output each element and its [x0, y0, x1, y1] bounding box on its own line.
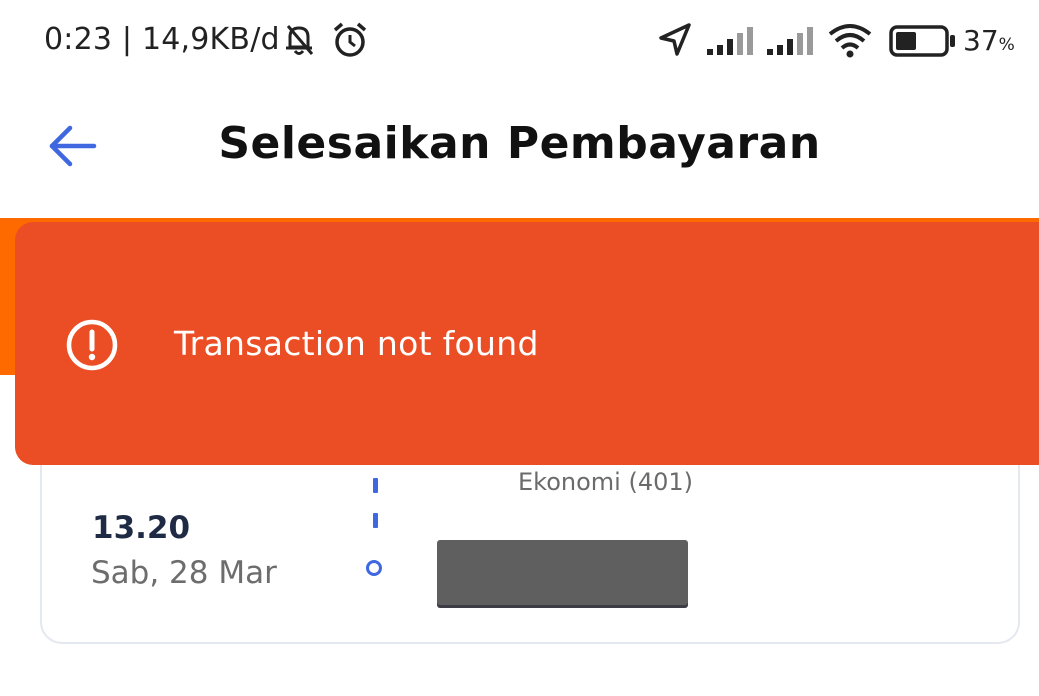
toast-message: Transaction not found — [174, 324, 539, 363]
departure-date: Sab, 28 Mar — [91, 555, 277, 591]
error-toast[interactable]: Transaction not found — [15, 222, 1039, 465]
redacted-block — [437, 540, 688, 605]
signal-icon — [765, 20, 815, 65]
alert-circle-icon — [65, 318, 119, 372]
notifications-off-icon — [280, 20, 318, 63]
page-title: Selesaikan Pembayaran — [218, 118, 821, 169]
alarm-icon — [330, 20, 370, 65]
timeline-station-dot — [366, 560, 382, 576]
status-bar: 0:23 | 14,9KB/d 37% — [0, 0, 1039, 82]
status-time-speed: 0:23 | 14,9KB/d — [44, 22, 280, 57]
timeline-dash — [373, 478, 378, 493]
location-icon — [655, 20, 695, 65]
battery-percentage: 37% — [963, 24, 1015, 57]
timeline-dash — [373, 513, 378, 528]
departure-time: 13.20 — [92, 510, 191, 546]
screen: 0:23 | 14,9KB/d 37% Selesaikan Pembayara… — [0, 0, 1039, 696]
app-header: Selesaikan Pembayaran — [0, 82, 1039, 218]
battery-icon — [888, 20, 958, 65]
class-label: Ekonomi (401) — [518, 468, 693, 496]
signal-icon — [705, 20, 755, 65]
wifi-icon — [826, 20, 874, 65]
